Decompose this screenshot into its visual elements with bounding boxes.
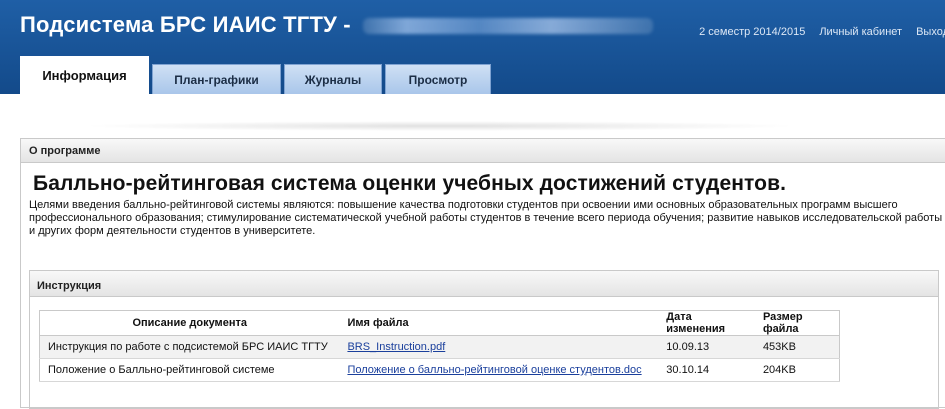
page-heading: Балльно-рейтинговая система оценки учебн… — [33, 172, 787, 195]
semester-link[interactable]: 2 семестр 2014/2015 — [699, 26, 805, 38]
row-size: 453KB — [754, 335, 840, 359]
about-panel: О программе Балльно-рейтинговая система … — [20, 138, 945, 409]
row-description: Инструкция по работе с подсистемой БРС И… — [39, 335, 340, 359]
column-header-file: Имя файла — [339, 310, 659, 336]
tab-view[interactable]: Просмотр — [385, 64, 491, 94]
tab-schedules[interactable]: План-графики — [152, 64, 281, 94]
app-title-text: Подсистема БРС ИАИС ТГТУ - — [20, 12, 351, 37]
column-header-description: Описание документа — [39, 310, 340, 336]
file-link[interactable]: Положение о балльно-рейтинговой оценке с… — [347, 364, 641, 376]
row-date: 30.10.14 — [658, 358, 755, 382]
row-size: 204KB — [754, 358, 840, 382]
logout-link[interactable]: Выход — [916, 26, 945, 38]
blurred-user-name — [363, 18, 654, 35]
top-links: 2 семестр 2014/2015 Личный кабинет Выход — [699, 26, 945, 38]
documents-table: Описание документа Имя файла Дата измене… — [39, 310, 840, 382]
personal-account-link[interactable]: Личный кабинет — [819, 26, 902, 38]
row-file-cell: Положение о балльно-рейтинговой оценке с… — [339, 358, 659, 382]
row-date: 10.09.13 — [658, 335, 755, 359]
app-title: Подсистема БРС ИАИС ТГТУ - — [20, 12, 654, 38]
tab-journals[interactable]: Журналы — [284, 64, 382, 94]
tab-information[interactable]: Информация — [20, 56, 149, 94]
main-tabs: Информация План-графики Журналы Просмотр — [20, 56, 491, 94]
table-header-row: Описание документа Имя файла Дата измене… — [39, 310, 840, 336]
row-file-cell: BRS_Instruction.pdf — [339, 335, 659, 359]
row-description: Положение о Балльно-рейтинговой системе — [39, 358, 340, 382]
table-row: Положение о Балльно-рейтинговой системе … — [39, 358, 840, 382]
instruction-panel: Инструкция Описание документа Имя файла … — [29, 270, 939, 409]
column-header-size: Размер файла — [754, 310, 840, 336]
file-link[interactable]: BRS_Instruction.pdf — [347, 341, 445, 353]
table-row: Инструкция по работе с подсистемой БРС И… — [39, 335, 840, 359]
about-description: Целями введения балльно-рейтинговой сист… — [29, 199, 943, 237]
divider-shadow — [80, 121, 800, 131]
instruction-panel-title: Инструкция — [30, 271, 938, 297]
column-header-date: Дата изменения — [658, 310, 755, 336]
about-panel-title: О программе — [21, 139, 945, 163]
app-header: Подсистема БРС ИАИС ТГТУ - 2 семестр 201… — [0, 0, 945, 94]
